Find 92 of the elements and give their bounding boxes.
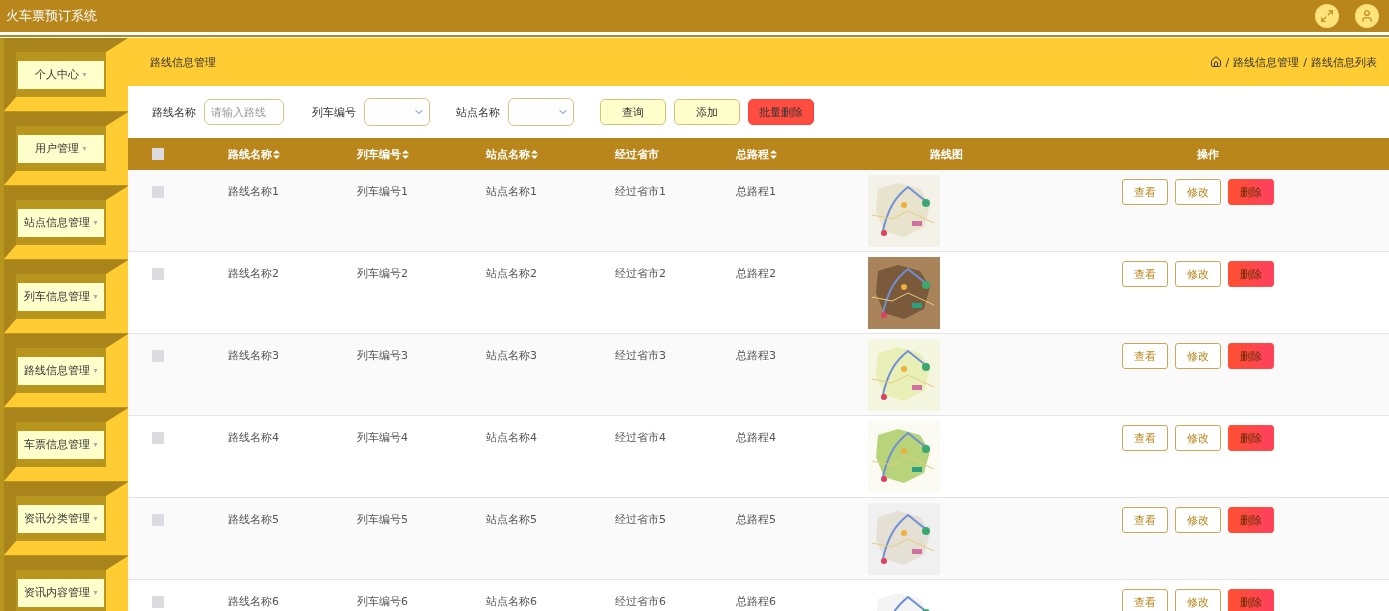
table-cell-text: 路线名称6 [228, 594, 280, 609]
row-checkbox[interactable] [152, 268, 164, 280]
table-cell-text: 经过省市4 [615, 430, 667, 445]
delete-button[interactable]: 删除 [1228, 589, 1274, 611]
table-cell-text: 经过省市3 [615, 348, 667, 363]
table-cell-text: 路线名称1 [228, 184, 280, 199]
table-cell-text: 路线名称2 [228, 266, 280, 281]
table-cell-text: 列车编号6 [357, 594, 409, 609]
breadcrumb-link[interactable]: 路线信息列表 [1311, 54, 1377, 70]
edit-button[interactable]: 修改 [1175, 425, 1221, 451]
row-checkbox[interactable] [152, 350, 164, 362]
menu-item[interactable]: 资讯内容管理 ▾ [18, 578, 104, 607]
table-cell-text: 总路程1 [736, 184, 777, 199]
edit-button[interactable]: 修改 [1175, 179, 1221, 205]
field-label: 路线名称 [152, 104, 196, 120]
app-title: 火车票预订系统 [6, 7, 97, 25]
search-field[interactable]: 请输入路线 [204, 99, 284, 125]
table-cell-text: 站点名称4 [486, 430, 538, 445]
table-cell-text: 总路程5 [736, 512, 777, 527]
select-field[interactable] [508, 98, 574, 126]
table-cell-text: 总路程6 [736, 594, 777, 609]
table-cell-text: 列车编号3 [357, 348, 409, 363]
column-header: 经过省市 [615, 146, 659, 162]
user-icon[interactable] [1355, 4, 1379, 28]
breadcrumb-separator: / [1225, 55, 1230, 69]
table-cell-text: 列车编号4 [357, 430, 409, 445]
row-checkbox[interactable] [152, 432, 164, 444]
table-cell-text: 列车编号1 [357, 184, 409, 199]
sort-icon[interactable] [531, 149, 538, 159]
table-cell-text: 站点名称3 [486, 348, 538, 363]
field-label: 站点名称 [456, 104, 500, 120]
action-button[interactable]: 添加 [674, 99, 740, 125]
delete-button[interactable]: 删除 [1228, 507, 1274, 533]
table-cell-text: 总路程3 [736, 348, 777, 363]
table-cell-text: 站点名称2 [486, 266, 538, 281]
column-header[interactable]: 站点名称 [486, 146, 538, 162]
table-cell-text: 经过省市6 [615, 594, 667, 609]
sort-icon[interactable] [273, 149, 280, 159]
table-cell-text: 站点名称1 [486, 184, 538, 199]
table-cell-text: 站点名称5 [486, 512, 538, 527]
page-title: 路线信息管理 [150, 54, 216, 70]
row-checkbox[interactable] [152, 596, 164, 608]
delete-button[interactable]: 删除 [1228, 261, 1274, 287]
breadcrumb-separator: / [1303, 55, 1307, 69]
menu-item[interactable]: 个人中心 ▾ [18, 60, 104, 89]
table-cell-text: 路线名称5 [228, 512, 280, 527]
view-button[interactable]: 查看 [1122, 343, 1168, 369]
edit-button[interactable]: 修改 [1175, 507, 1221, 533]
column-header[interactable]: 总路程 [736, 146, 777, 162]
table-cell-text: 列车编号5 [357, 512, 409, 527]
delete-button[interactable]: 删除 [1228, 343, 1274, 369]
batch-delete-button[interactable]: 批量删除 [748, 99, 814, 125]
select-field[interactable] [364, 98, 430, 126]
table-cell-text: 经过省市5 [615, 512, 667, 527]
row-checkbox[interactable] [152, 514, 164, 526]
column-header: 操作 [1196, 146, 1219, 162]
table-cell-text: 站点名称6 [486, 594, 538, 609]
menu-item[interactable]: 列车信息管理 ▾ [18, 282, 104, 311]
view-button[interactable]: 查看 [1122, 261, 1168, 287]
view-button[interactable]: 查看 [1122, 507, 1168, 533]
menu-item[interactable]: 资讯分类管理 ▾ [18, 504, 104, 533]
menu-item[interactable]: 站点信息管理 ▾ [18, 208, 104, 237]
table-cell-text: 总路程2 [736, 266, 777, 281]
table-cell-text: 总路程4 [736, 430, 777, 445]
fullscreen-icon[interactable] [1315, 4, 1339, 28]
view-button[interactable]: 查看 [1122, 425, 1168, 451]
edit-button[interactable]: 修改 [1175, 343, 1221, 369]
table-cell-text: 路线名称4 [228, 430, 280, 445]
column-header: 路线图 [929, 146, 963, 162]
select-all-checkbox[interactable] [152, 148, 164, 160]
sort-icon[interactable] [402, 149, 409, 159]
field-label: 列车编号 [312, 104, 356, 120]
breadcrumb-link[interactable]: 路线信息管理 [1233, 54, 1300, 70]
delete-button[interactable]: 删除 [1228, 179, 1274, 205]
delete-button[interactable]: 删除 [1228, 425, 1274, 451]
table-cell-text: 路线名称3 [228, 348, 280, 363]
menu-item[interactable]: 用户管理 ▾ [18, 134, 104, 163]
view-button[interactable]: 查看 [1122, 589, 1168, 611]
sort-icon[interactable] [770, 149, 777, 159]
view-button[interactable]: 查看 [1122, 179, 1168, 205]
edit-button[interactable]: 修改 [1175, 589, 1221, 611]
menu-item[interactable]: 车票信息管理 ▾ [18, 430, 104, 459]
table-cell-text: 列车编号2 [357, 266, 409, 281]
edit-button[interactable]: 修改 [1175, 261, 1221, 287]
home-icon[interactable] [1209, 56, 1222, 68]
column-header[interactable]: 列车编号 [357, 146, 409, 162]
column-header[interactable]: 路线名称 [228, 146, 280, 162]
table-cell-text: 经过省市1 [615, 184, 667, 199]
row-checkbox[interactable] [152, 186, 164, 198]
action-button[interactable]: 查询 [600, 99, 666, 125]
menu-item[interactable]: 路线信息管理 ▾ [18, 356, 104, 385]
table-cell-text: 经过省市2 [615, 266, 667, 281]
